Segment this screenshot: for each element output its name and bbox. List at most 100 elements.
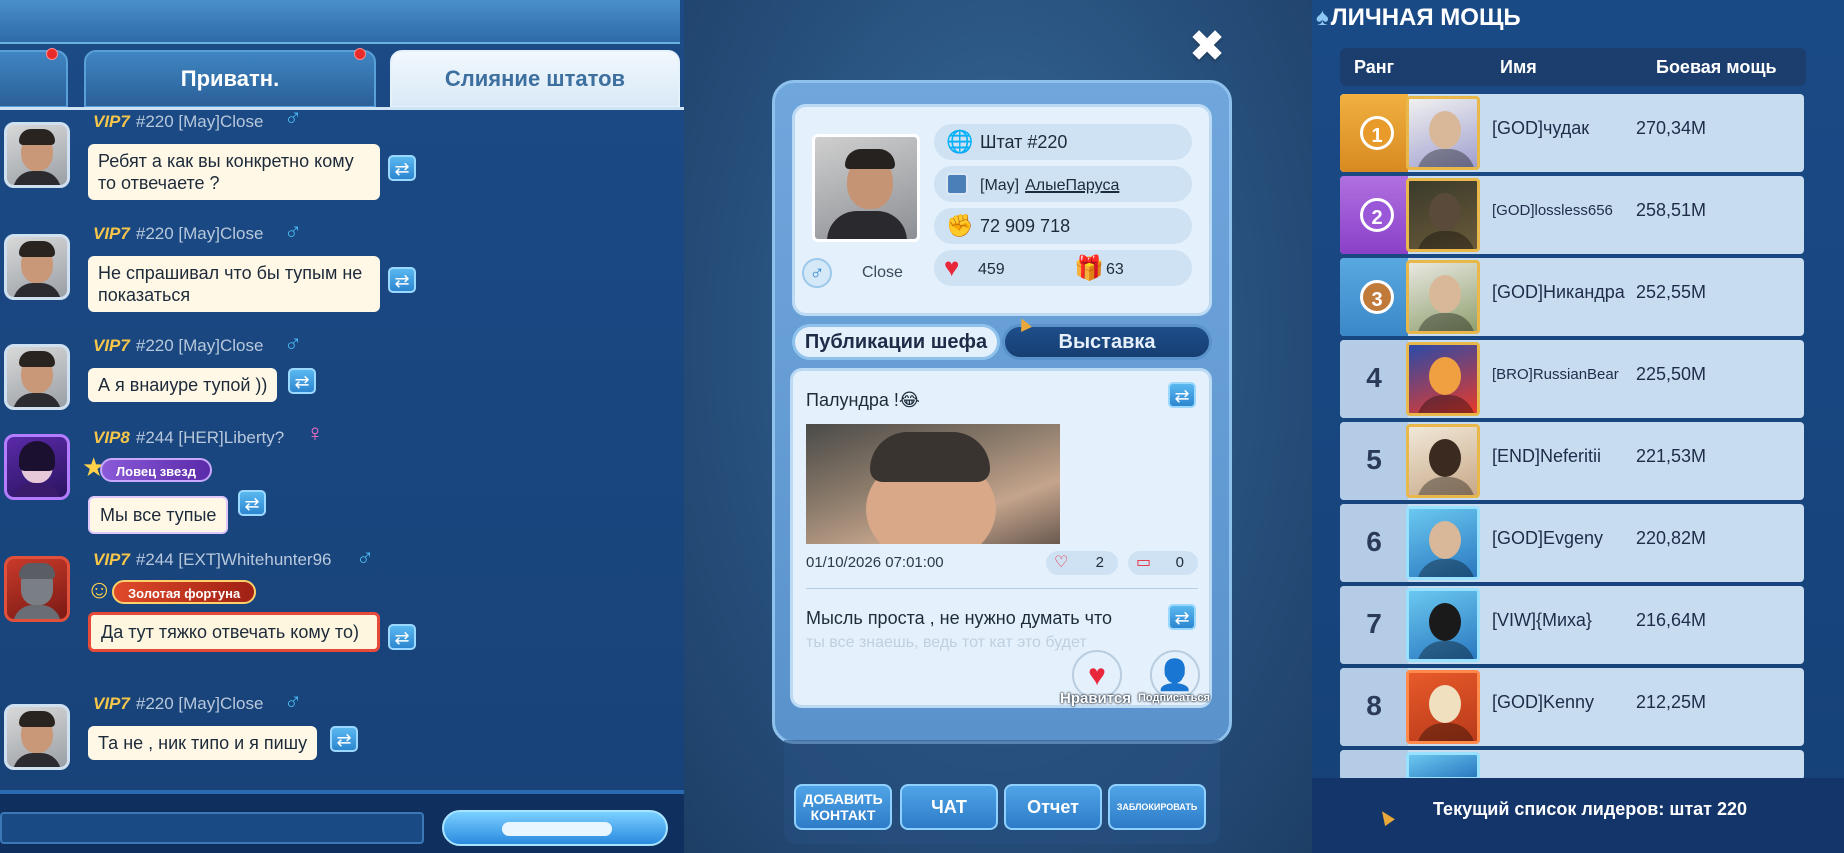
block-button[interactable]: ЗАБЛОКИРОВАТЬ (1108, 784, 1206, 830)
leaderboard-row[interactable]: 4 [BRO]RussianBear 225,50M (1340, 340, 1804, 418)
stats-row (934, 250, 1192, 286)
fortune-icon: ☺ (86, 574, 113, 604)
leaderboard-row[interactable]: 1 [GOD]чудак 270,34M (1340, 94, 1804, 172)
player-power: 252,55M (1636, 282, 1707, 302)
translate-icon[interactable]: ⇄ (330, 726, 358, 752)
male-icon: ♂ (802, 258, 832, 288)
vip-label: VIP7 (93, 224, 130, 243)
avatar[interactable] (4, 434, 70, 500)
alliance-name[interactable]: АлыеПаруса (1025, 177, 1119, 194)
avatar[interactable] (4, 344, 70, 410)
add-contact-button[interactable]: ДОБАВИТЬ КОНТАКТ (794, 784, 892, 830)
player-power: 220,82M (1636, 528, 1707, 548)
chat-button[interactable]: ЧАТ (900, 784, 998, 830)
rank-number: 4 (1366, 362, 1382, 393)
player-portrait (1406, 96, 1480, 170)
leaderboard-row[interactable]: 2 [GOD]lossless656 258,51M (1340, 176, 1804, 254)
profile-avatar[interactable] (812, 134, 920, 242)
col-rank: Ранг (1354, 57, 1395, 77)
heart-icon: ♥ (944, 252, 960, 282)
post-image[interactable] (806, 424, 1060, 544)
purple-medal-icon: 2 (1360, 198, 1394, 232)
post-comment-button[interactable]: ▭ 0 (1128, 551, 1198, 575)
avatar[interactable] (4, 704, 70, 770)
translate-icon[interactable]: ⇄ (1168, 604, 1196, 630)
male-icon: ♂ (284, 688, 302, 715)
avatar[interactable] (4, 234, 70, 300)
notification-dot (354, 48, 366, 60)
message-bubble[interactable]: А я внаиуре тупой )) (88, 368, 278, 402)
message-bubble[interactable]: Да тут тяжко отвечать кому то) (88, 612, 380, 652)
leaderboard-header: Ранг Имя Боевая мощь (1340, 48, 1806, 86)
player-name: [BRO]RussianBear (1492, 366, 1619, 383)
tab-state-merge[interactable]: Слияние штатов (390, 50, 680, 108)
rank-cell: 7 (1340, 586, 1408, 664)
tab-exhibit[interactable]: Выставка (1002, 324, 1212, 360)
report-button[interactable]: Отчет (1004, 784, 1102, 830)
badge-golden-fortune: Золотая фортуна (112, 580, 257, 604)
player-portrait (1406, 670, 1480, 744)
avatar[interactable] (4, 556, 70, 622)
user-label: #220 [May]Close (135, 336, 264, 355)
close-icon[interactable]: ✖ (1188, 25, 1226, 69)
message-bubble[interactable]: Не спрашивал что бы тупым не показаться (88, 256, 380, 312)
tab-state-merge-label: Слияние штатов (444, 66, 626, 91)
player-power: 270,34M (1636, 118, 1707, 138)
vip-label: VIP7 (93, 550, 130, 569)
message-bubble[interactable]: Мы все тупые (88, 496, 229, 534)
avatar[interactable] (4, 122, 70, 188)
tree-icon: ♠ (1316, 4, 1329, 31)
vip-label: VIP7 (93, 694, 130, 713)
tab-private[interactable]: Приватн. (84, 48, 376, 108)
translate-icon[interactable]: ⇄ (388, 267, 416, 293)
tab-world[interactable] (0, 48, 68, 108)
post-like-button[interactable]: ♡ 2 (1046, 551, 1118, 575)
chat-input[interactable] (0, 812, 424, 844)
player-portrait (1406, 260, 1480, 334)
translate-icon[interactable]: ⇄ (388, 155, 416, 181)
guild-tag: [May] (980, 177, 1020, 194)
leaderboard-row-partial[interactable] (1340, 750, 1804, 780)
player-power: 258,51M (1636, 200, 1707, 220)
send-icon (502, 822, 612, 836)
message-username[interactable]: VIP7 #220 [May]Close (93, 112, 263, 132)
leaderboard-row[interactable]: 3 [GOD]Никандра 252,55M (1340, 258, 1804, 336)
profile-name: Close (862, 264, 903, 281)
translate-icon[interactable]: ⇄ (288, 368, 316, 394)
message-username[interactable]: VIP7 #220 [May]Close (93, 336, 263, 356)
translate-icon[interactable]: ⇄ (1168, 382, 1196, 408)
rank-cell: 1 (1340, 94, 1408, 172)
message-username[interactable]: VIP8 #244 [HER]Liberty? (93, 428, 284, 448)
player-name: [GOD]Evgeny (1492, 528, 1604, 548)
leaderboard-row[interactable]: 5 [END]Neferitii 221,53M (1340, 422, 1804, 500)
leaderboard-footer-text: Текущий список лидеров: штат 220 (1432, 799, 1748, 819)
translate-icon[interactable]: ⇄ (388, 624, 416, 650)
leaderboard-row[interactable]: 7 [VIW]{Миха} 216,64M (1340, 586, 1804, 664)
send-button[interactable] (442, 810, 668, 846)
message-username[interactable]: VIP7 #244 [EXT]Whitehunter96 (93, 550, 331, 570)
chat-tabs: Приватн. Слияние штатов (0, 48, 684, 108)
leaderboard-row[interactable]: 8 [GOD]Kenny 212,25M (1340, 668, 1804, 746)
post-title: Палундра !😂 (806, 390, 920, 410)
leaderboard-row[interactable]: 6 [GOD]Evgeny 220,82M (1340, 504, 1804, 582)
leaderboard-title: ♠ЛИЧНАЯ МОЩЬ (1316, 4, 1521, 32)
chat-header-bar (0, 0, 680, 44)
tab-chef-posts[interactable]: Публикации шефа (792, 324, 1000, 360)
col-power: Боевая мощь (1656, 57, 1777, 77)
likes-count: 459 (978, 261, 1005, 278)
game-screen: Приватн. Слияние штатов VIP7 #220 [May]Cl… (0, 0, 1844, 853)
guild-row[interactable]: [May] АлыеПаруса (934, 166, 1192, 202)
tab-private-label: Приватн. (180, 66, 280, 91)
comment-icon: ▭ (1136, 554, 1152, 571)
message-bubble[interactable]: Та не , ник типо и я пишу (88, 726, 318, 760)
rank-cell: 2 (1340, 176, 1408, 254)
message-username[interactable]: VIP7 #220 [May]Close (93, 224, 263, 244)
translate-icon[interactable]: ⇄ (238, 490, 266, 516)
post-text: Мысль проста , не нужно думать что (806, 608, 1113, 628)
vip-label: VIP8 (93, 428, 130, 447)
guild-emblem-icon (946, 173, 968, 195)
message-bubble[interactable]: Ребят а как вы конкретно кому то отвечае… (88, 144, 380, 200)
message-username[interactable]: VIP7 #220 [May]Close (93, 694, 263, 714)
player-portrait (1406, 588, 1480, 662)
player-portrait (1406, 342, 1480, 416)
